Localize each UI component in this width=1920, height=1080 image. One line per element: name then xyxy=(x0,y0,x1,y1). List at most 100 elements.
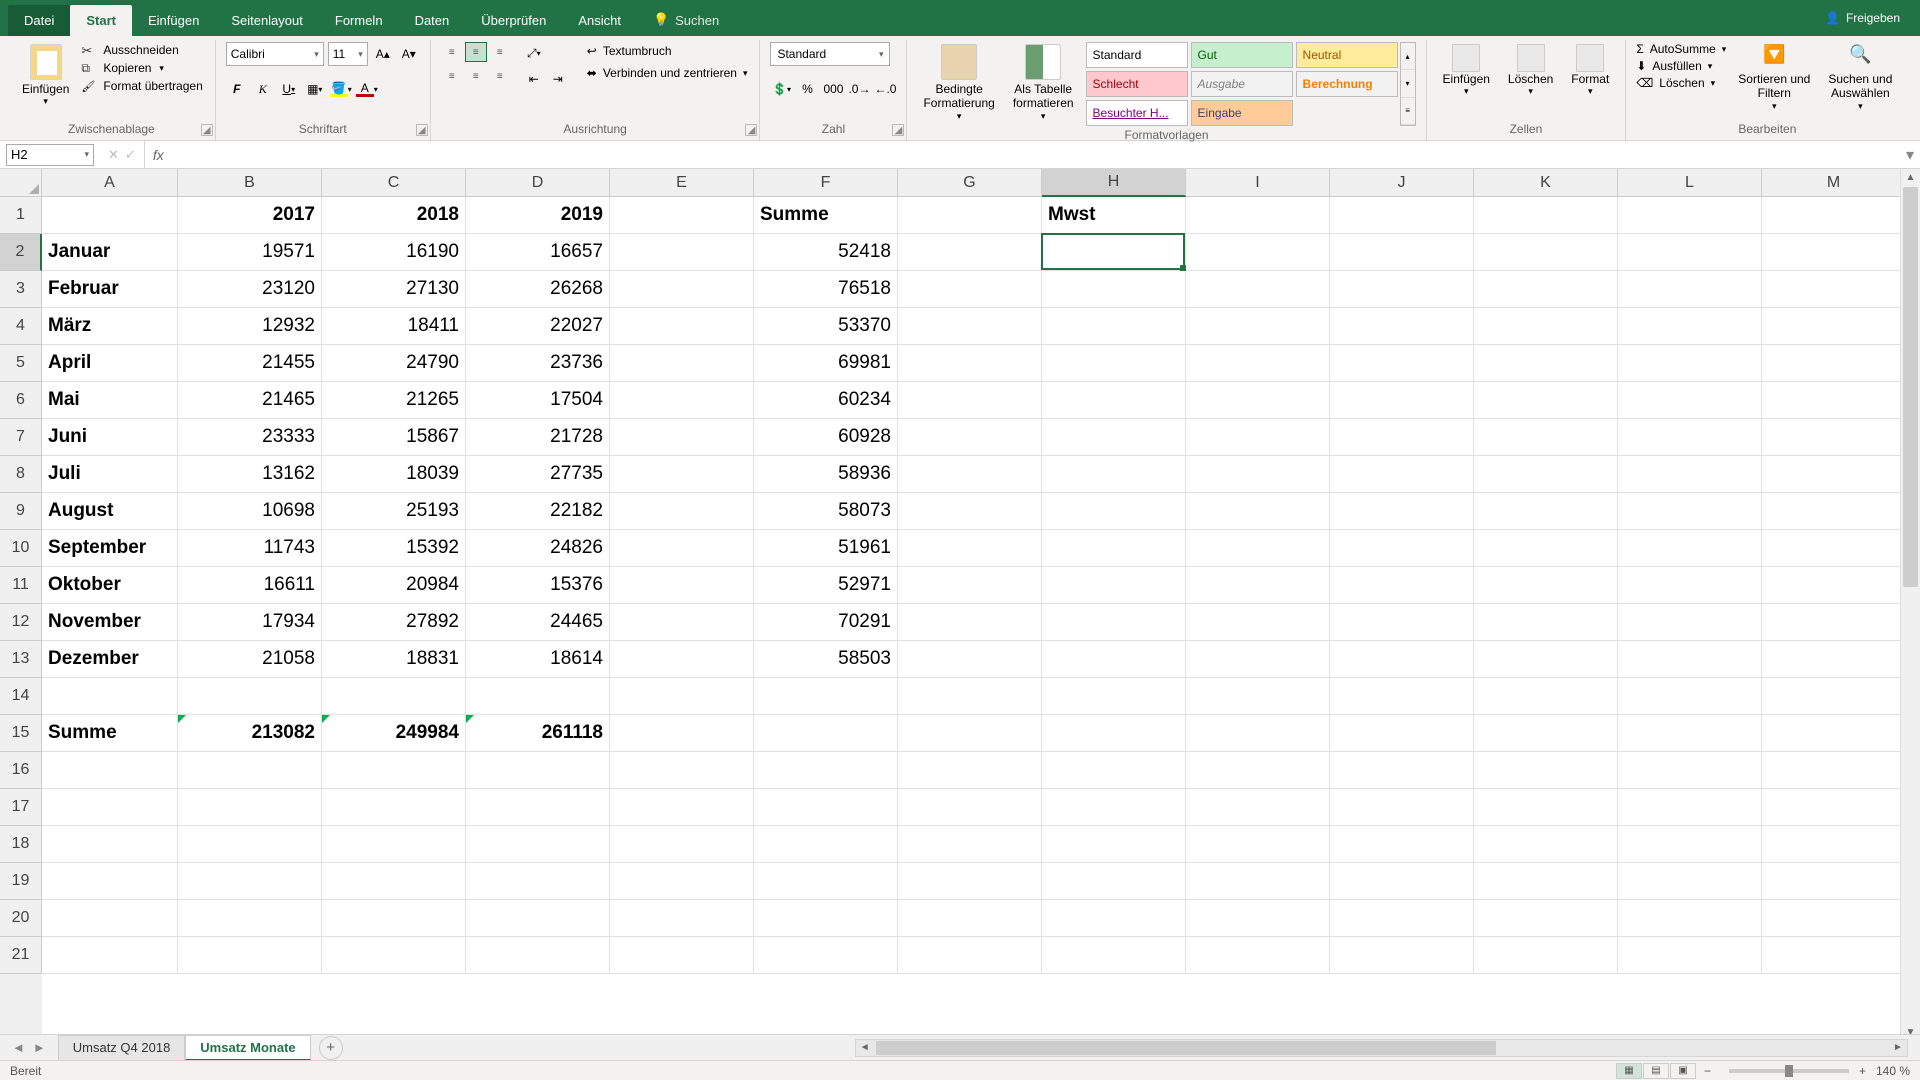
cell[interactable] xyxy=(898,271,1042,308)
cell[interactable] xyxy=(754,826,898,863)
row-header[interactable]: 15 xyxy=(0,715,42,752)
style-besucht[interactable]: Besuchter H... xyxy=(1086,100,1188,126)
cell[interactable]: März xyxy=(42,308,178,345)
cell[interactable] xyxy=(610,715,754,752)
cell[interactable] xyxy=(1618,308,1762,345)
column-header[interactable]: G xyxy=(898,169,1042,197)
cell[interactable] xyxy=(466,752,610,789)
cell[interactable]: Juni xyxy=(42,419,178,456)
cell[interactable] xyxy=(1042,863,1186,900)
cell[interactable] xyxy=(1762,456,1906,493)
cell[interactable] xyxy=(1186,641,1330,678)
align-middle-button[interactable]: ≡ xyxy=(465,42,487,62)
vertical-scrollbar[interactable]: ▲ ▼ xyxy=(1900,169,1920,1042)
cell[interactable] xyxy=(1762,234,1906,271)
row-header[interactable]: 20 xyxy=(0,900,42,937)
paste-button[interactable]: Einfügen ▾ xyxy=(18,42,73,109)
cell[interactable] xyxy=(898,567,1042,604)
row-header[interactable]: 10 xyxy=(0,530,42,567)
add-sheet-button[interactable]: + xyxy=(319,1036,343,1060)
cell[interactable] xyxy=(1330,752,1474,789)
row-header[interactable]: 19 xyxy=(0,863,42,900)
fill-color-button[interactable]: 🪣▾ xyxy=(330,78,352,100)
cell[interactable] xyxy=(1330,715,1474,752)
cell[interactable] xyxy=(1330,197,1474,234)
borders-button[interactable]: ▦▾ xyxy=(304,78,326,100)
cell[interactable]: 2017 xyxy=(178,197,322,234)
cell[interactable] xyxy=(1474,382,1618,419)
style-schlecht[interactable]: Schlecht xyxy=(1086,71,1188,97)
cell[interactable]: 17934 xyxy=(178,604,322,641)
cell[interactable] xyxy=(1618,678,1762,715)
cell[interactable] xyxy=(1762,715,1906,752)
cell[interactable]: 21465 xyxy=(178,382,322,419)
cancel-formula-button[interactable]: ✕ xyxy=(108,147,119,163)
cell[interactable] xyxy=(1762,493,1906,530)
cell[interactable]: November xyxy=(42,604,178,641)
row-header[interactable]: 21 xyxy=(0,937,42,974)
cell[interactable] xyxy=(1186,789,1330,826)
cell[interactable] xyxy=(1618,382,1762,419)
zoom-slider[interactable] xyxy=(1729,1069,1849,1073)
cell[interactable]: 15376 xyxy=(466,567,610,604)
cell[interactable] xyxy=(1474,789,1618,826)
cell[interactable]: 27892 xyxy=(322,604,466,641)
cell[interactable] xyxy=(610,789,754,826)
cell[interactable] xyxy=(1618,900,1762,937)
cell[interactable]: 52418 xyxy=(754,234,898,271)
cell[interactable] xyxy=(1762,382,1906,419)
cell[interactable] xyxy=(1474,863,1618,900)
cell[interactable] xyxy=(1474,419,1618,456)
cell[interactable] xyxy=(1618,197,1762,234)
cell[interactable] xyxy=(1618,863,1762,900)
cell[interactable] xyxy=(1474,937,1618,974)
tab-data[interactable]: Daten xyxy=(399,5,466,36)
cell[interactable] xyxy=(1330,234,1474,271)
cell[interactable] xyxy=(1186,493,1330,530)
cell[interactable] xyxy=(898,863,1042,900)
cell[interactable] xyxy=(1762,308,1906,345)
cell[interactable] xyxy=(42,678,178,715)
cell[interactable] xyxy=(1042,530,1186,567)
cell[interactable] xyxy=(610,308,754,345)
cell[interactable]: Mwst xyxy=(1042,197,1186,234)
cell[interactable] xyxy=(1186,863,1330,900)
vscroll-thumb[interactable] xyxy=(1903,187,1918,587)
tab-insert[interactable]: Einfügen xyxy=(132,5,215,36)
cell[interactable] xyxy=(1618,789,1762,826)
scroll-up-button[interactable]: ▲ xyxy=(1901,169,1920,187)
cell[interactable] xyxy=(1186,456,1330,493)
cell[interactable] xyxy=(898,197,1042,234)
cell[interactable]: 23120 xyxy=(178,271,322,308)
column-header[interactable]: A xyxy=(42,169,178,197)
select-all-button[interactable] xyxy=(0,169,42,197)
cell[interactable] xyxy=(1618,530,1762,567)
decrease-decimal-button[interactable]: ←.0 xyxy=(874,78,896,100)
cell[interactable]: 27735 xyxy=(466,456,610,493)
cell[interactable]: 25193 xyxy=(322,493,466,530)
cell[interactable] xyxy=(466,937,610,974)
zoom-out-button[interactable]: − xyxy=(1704,1064,1711,1078)
cell[interactable] xyxy=(1762,419,1906,456)
cell[interactable] xyxy=(610,604,754,641)
cell[interactable] xyxy=(1618,419,1762,456)
cell[interactable] xyxy=(610,197,754,234)
cell[interactable] xyxy=(1186,197,1330,234)
cell[interactable]: 24790 xyxy=(322,345,466,382)
decrease-indent-button[interactable]: ⇤ xyxy=(523,68,545,90)
cell[interactable] xyxy=(754,678,898,715)
number-format-select[interactable]: Standard xyxy=(770,42,890,66)
cell[interactable] xyxy=(1474,826,1618,863)
find-select-button[interactable]: 🔍Suchen und Auswählen▾ xyxy=(1822,42,1898,114)
cell[interactable] xyxy=(42,863,178,900)
font-size-select[interactable]: 11 xyxy=(328,42,368,66)
cell[interactable] xyxy=(1762,641,1906,678)
cell[interactable] xyxy=(1330,345,1474,382)
column-header[interactable]: M xyxy=(1762,169,1906,197)
tab-view[interactable]: Ansicht xyxy=(562,5,637,36)
sheet-tab[interactable]: Umsatz Q4 2018 xyxy=(58,1035,186,1061)
cell[interactable] xyxy=(898,715,1042,752)
cell[interactable] xyxy=(1042,715,1186,752)
column-header[interactable]: I xyxy=(1186,169,1330,197)
cell[interactable] xyxy=(610,234,754,271)
